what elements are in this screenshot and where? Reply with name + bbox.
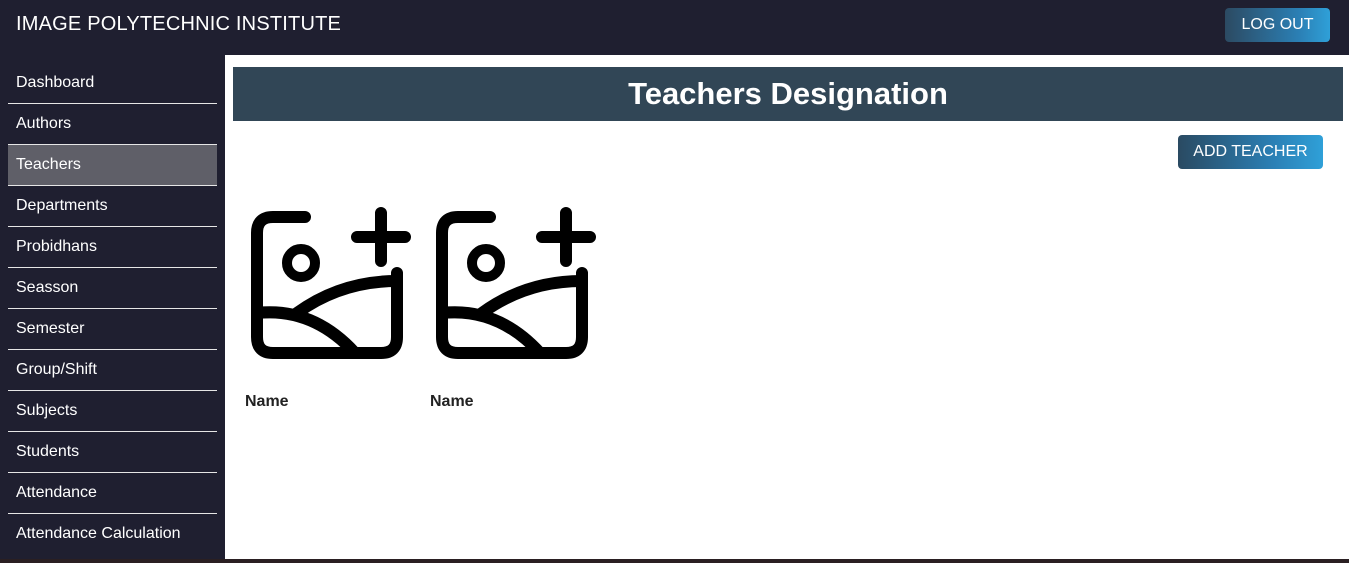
sidebar-item-dashboard[interactable]: Dashboard <box>8 63 217 104</box>
sidebar-item-subjects[interactable]: Subjects <box>8 391 217 432</box>
add-photo-icon[interactable] <box>430 205 600 360</box>
teacher-name: Name <box>430 393 474 410</box>
sidebar: Dashboard Authors Teachers Departments P… <box>0 55 225 563</box>
sidebar-item-teachers[interactable]: Teachers <box>8 145 217 186</box>
add-photo-icon[interactable] <box>245 205 415 360</box>
sidebar-item-attendance-calculation[interactable]: Attendance Calculation <box>8 514 217 555</box>
top-bar: IMAGE POLYTECHNIC INSTITUTE LOG OUT <box>0 0 1349 55</box>
bottom-strip <box>0 559 1349 563</box>
teacher-name: Name <box>245 393 289 410</box>
app-title: IMAGE POLYTECHNIC INSTITUTE <box>16 13 342 35</box>
add-teacher-button[interactable]: ADD TEACHER <box>1178 135 1323 169</box>
sidebar-item-group-shift[interactable]: Group/Shift <box>8 350 217 391</box>
sidebar-item-departments[interactable]: Departments <box>8 186 217 227</box>
teacher-card[interactable]: Name <box>430 205 600 411</box>
sidebar-item-seasson[interactable]: Seasson <box>8 268 217 309</box>
teacher-card[interactable]: Name <box>245 205 415 411</box>
sidebar-item-attendance[interactable]: Attendance <box>8 473 217 514</box>
sidebar-item-semester[interactable]: Semester <box>8 309 217 350</box>
page-title: Teachers Designation <box>233 67 1343 121</box>
sidebar-item-students[interactable]: Students <box>8 432 217 473</box>
main-content: Teachers Designation ADD TEACHER Name Na… <box>225 55 1349 559</box>
sidebar-item-probidhans[interactable]: Probidhans <box>8 227 217 268</box>
sidebar-item-authors[interactable]: Authors <box>8 104 217 145</box>
logout-button[interactable]: LOG OUT <box>1225 8 1330 42</box>
